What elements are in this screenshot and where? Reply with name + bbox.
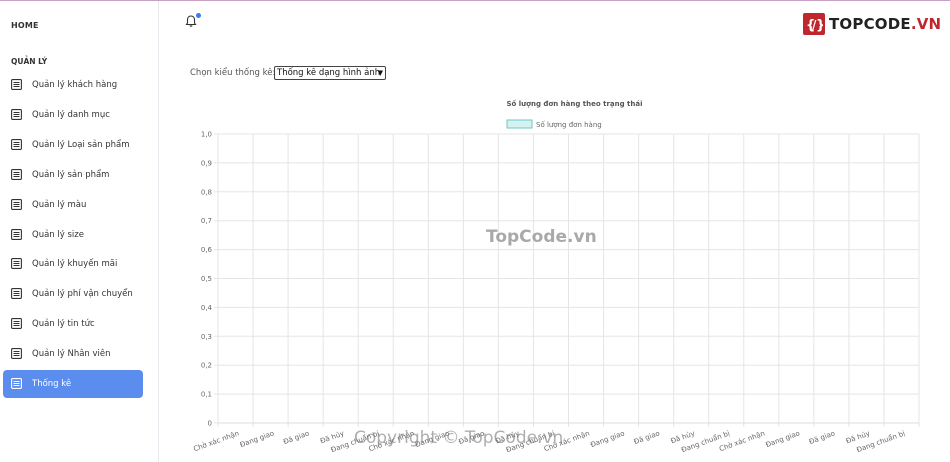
watermark-copyright: Copyright © TopCode.vn — [354, 428, 564, 448]
y-tick-label: 0,1 — [201, 391, 212, 399]
order-status-chart: Số lượng đơn hàng theo trạng thái Số lượn… — [192, 99, 920, 454]
x-tick-label: Đang giao — [239, 429, 275, 449]
y-tick-label: 0,4 — [201, 304, 213, 312]
x-tick-label: Chờ xác nhận — [192, 429, 240, 453]
x-tick-label: Đã giao — [633, 429, 661, 446]
y-tick-label: 0,9 — [201, 159, 212, 167]
y-tick-label: 0,5 — [201, 275, 212, 283]
y-tick-label: 1,0 — [201, 131, 212, 139]
y-tick-label: 0,3 — [201, 333, 212, 341]
x-tick-label: Đã giao — [808, 429, 836, 446]
legend-swatch — [506, 119, 533, 129]
y-tick-label: 0,7 — [201, 217, 212, 225]
y-tick-label: 0,8 — [201, 188, 212, 196]
chart-title: Số lượng đơn hàng theo trạng thái — [506, 99, 642, 108]
watermark-center: TopCode.vn — [486, 227, 597, 247]
y-tick-label: 0,2 — [201, 362, 212, 370]
x-tick-label: Đã giao — [282, 429, 310, 446]
legend-label: Số lượng đơn hàng — [536, 121, 602, 129]
y-tick-label: 0 — [208, 420, 212, 428]
x-tick-label: Đang giao — [589, 429, 625, 449]
x-tick-label: Đang giao — [765, 429, 801, 449]
y-tick-label: 0,6 — [201, 246, 213, 254]
